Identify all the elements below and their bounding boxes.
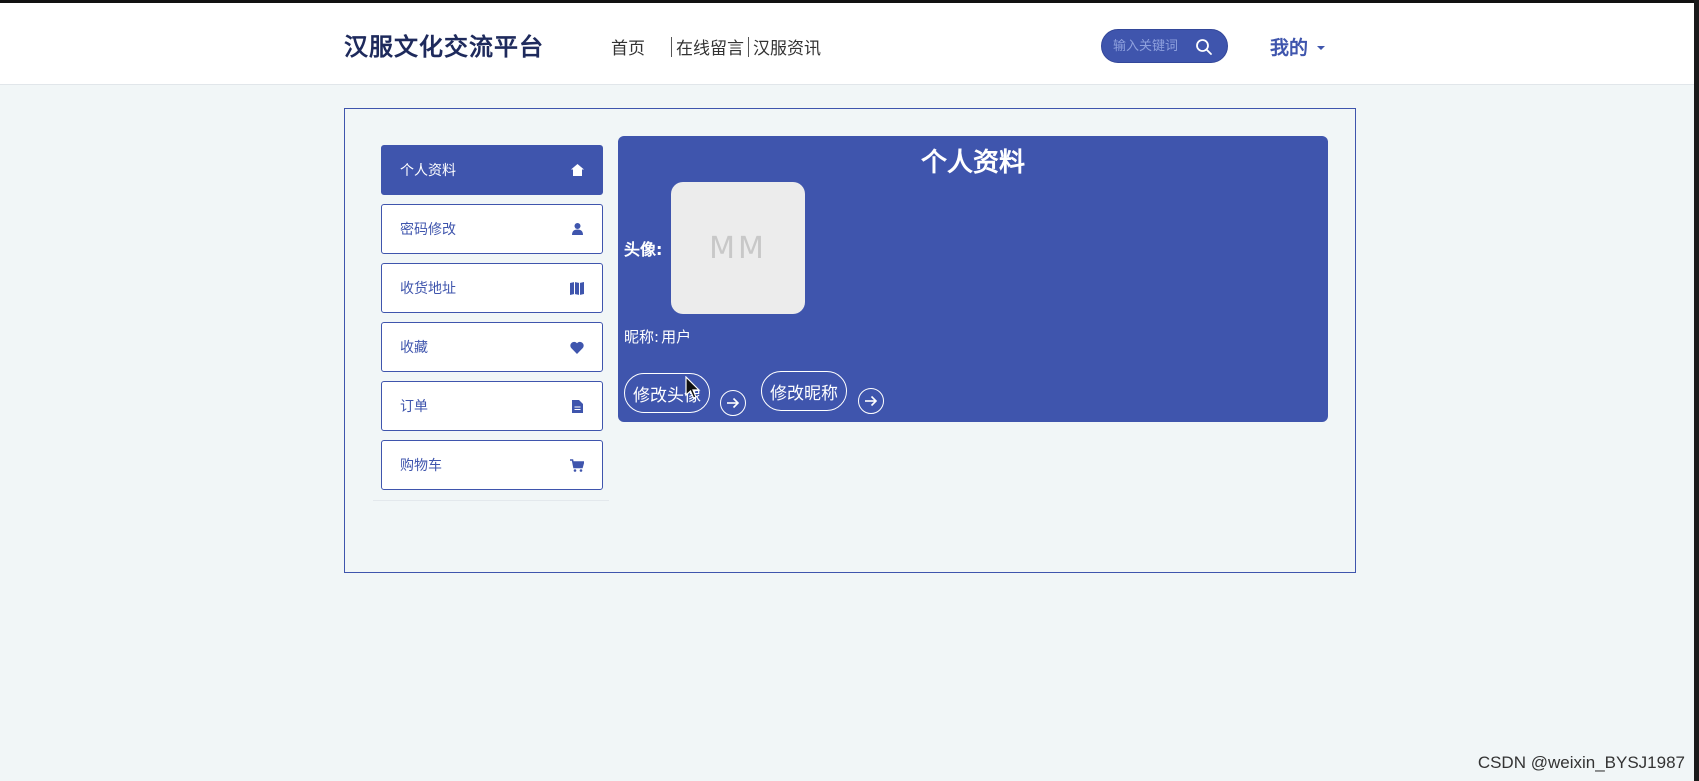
heart-icon [570, 340, 584, 354]
nav-divider [671, 36, 672, 57]
sidebar-divider [373, 500, 609, 501]
sidebar-item-label: 购物车 [400, 458, 442, 474]
user-icon [570, 222, 584, 236]
nav-messages[interactable]: 在线留言 [676, 34, 744, 59]
sidebar-item-address[interactable]: 收货地址 [381, 263, 603, 313]
nav-divider [748, 36, 749, 57]
search-box [1101, 29, 1228, 63]
search-icon[interactable] [1195, 38, 1213, 56]
sidebar-item-favorites[interactable]: 收藏 [381, 322, 603, 372]
cart-icon [570, 458, 584, 472]
site-logo[interactable]: 汉服文化交流平台 [344, 27, 544, 62]
sidebar-item-label: 收藏 [400, 340, 428, 356]
user-menu[interactable]: 我的 [1270, 33, 1326, 60]
mouse-cursor-icon [685, 376, 701, 399]
sidebar-item-cart[interactable]: 购物车 [381, 440, 603, 490]
nickname-value: 用户 [661, 328, 692, 346]
map-icon [570, 281, 584, 295]
profile-panel: 个人资料 头像: MM 昵称: 用户 修改头像 修改昵称 [618, 136, 1328, 422]
nickname-label: 昵称: [624, 328, 660, 346]
watermark: CSDN @weixin_BYSJ1987 [1477, 753, 1685, 772]
nav-home[interactable]: 首页 [611, 34, 645, 59]
sidebar-item-label: 密码修改 [400, 222, 456, 238]
arrow-right-icon[interactable] [858, 388, 884, 414]
sidebar-item-orders[interactable]: 订单 [381, 381, 603, 431]
panel-title: 个人资料 [920, 148, 1025, 178]
user-menu-label: 我的 [1270, 37, 1309, 59]
sidebar-item-label: 个人资料 [400, 163, 456, 179]
avatar: MM [671, 182, 805, 314]
chevron-down-icon [1317, 46, 1326, 50]
search-input[interactable] [1113, 38, 1197, 54]
file-icon [570, 399, 584, 413]
change-nickname-button[interactable]: 修改昵称 [761, 371, 847, 411]
arrow-right-icon[interactable] [720, 390, 746, 416]
sidebar-item-password[interactable]: 密码修改 [381, 204, 603, 254]
sidebar-item-profile[interactable]: 个人资料 [381, 145, 603, 195]
site-header: 汉服文化交流平台 首页 在线留言 汉服资讯 我的 [0, 3, 1699, 85]
main-nav: 首页 在线留言 汉服资讯 [611, 34, 821, 59]
sidebar-item-label: 收货地址 [400, 281, 456, 297]
avatar-label: 头像: [624, 240, 663, 259]
nickname-row: 昵称: 用户 [624, 326, 691, 347]
window-right-border [1694, 0, 1699, 781]
nav-news[interactable]: 汉服资讯 [753, 34, 821, 59]
sidebar-item-label: 订单 [400, 399, 428, 415]
home-icon [570, 163, 584, 177]
